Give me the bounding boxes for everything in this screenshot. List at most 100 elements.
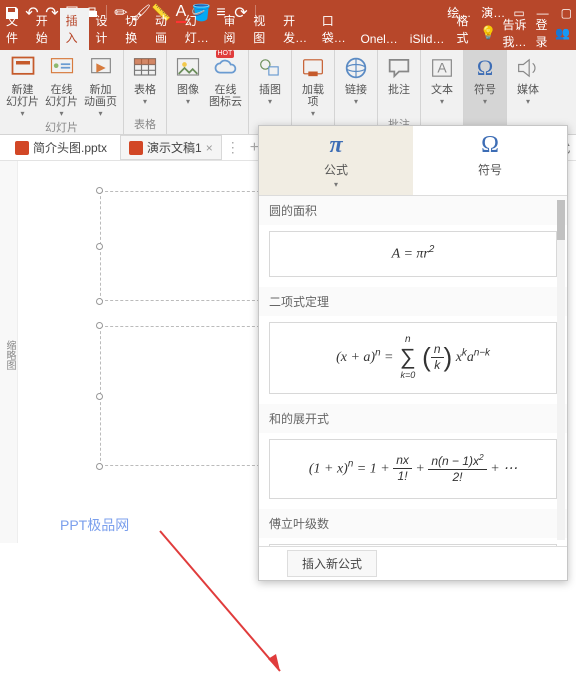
online-cloud-button[interactable]: HOT 在线 图标云 [209, 54, 242, 108]
table-icon [131, 54, 159, 82]
chevron-down-icon: ▾ [440, 98, 444, 107]
slide-canvas[interactable] [100, 171, 260, 481]
eq-item-fourier[interactable]: f(x) = a0 + ∞∑n=1 (an cosnπxL + bn sinnπ… [269, 544, 557, 546]
resize-handle[interactable] [96, 463, 103, 470]
tab-home[interactable]: 开始 [30, 8, 60, 50]
symbol-option[interactable]: Ω 符号 [413, 126, 567, 195]
sign-in-link[interactable]: 登录 [536, 16, 550, 50]
text-button[interactable]: A 文本 ▾ [427, 54, 457, 107]
shapes-icon [256, 54, 284, 82]
tell-me-label[interactable]: 告诉我… [502, 16, 529, 50]
chevron-down-icon: ▾ [311, 110, 315, 119]
tab-developer[interactable]: 开发… [277, 8, 316, 50]
online-slide-icon [48, 54, 76, 82]
new-anim-page-button[interactable]: 新加 动画页 ▾ [84, 54, 117, 119]
thumbnail-panel-label[interactable]: 缩略图 [0, 161, 18, 543]
online-slide-label: 在线 幻灯片 [45, 84, 78, 108]
tab-file[interactable]: 文件 [0, 8, 30, 50]
resize-handle[interactable] [96, 187, 103, 194]
group-images: 图像 ▾ HOT 在线 图标云 [167, 50, 249, 134]
group-addin: 加载 项 ▾ [292, 50, 335, 134]
tab-islide[interactable]: iSlid… [404, 28, 451, 50]
tab-format[interactable]: 格式 [450, 8, 480, 50]
illustration-button[interactable]: 插图 ▾ [255, 54, 285, 107]
eq-section-title-1: 圆的面积 [259, 196, 567, 225]
group-comment: 批注 批注 [378, 50, 421, 134]
equation-option-label: 公式 [324, 161, 348, 178]
speaker-icon [514, 54, 542, 82]
tab-slideshow[interactable]: 幻灯… [179, 8, 218, 50]
symbol-option-label: 符号 [478, 161, 502, 178]
tab-review[interactable]: 审阅 [217, 8, 247, 50]
image-icon [174, 54, 202, 82]
doc-tab-2[interactable]: 演示文稿1 × [120, 135, 222, 160]
new-slide-button[interactable]: 新建 幻灯片 ▾ [6, 54, 39, 119]
textbox-icon: A [428, 54, 456, 82]
resize-handle[interactable] [96, 243, 103, 250]
pi-icon: π [329, 132, 342, 159]
tell-me-icon[interactable]: 💡 [480, 25, 496, 41]
group-text: A 文本 ▾ [421, 50, 464, 134]
doc-tab-1-label: 简介头图.pptx [33, 139, 107, 156]
chevron-down-icon: ▾ [483, 98, 487, 107]
powerpoint-icon [15, 141, 29, 155]
text-label: 文本 [431, 84, 453, 96]
share-icon[interactable]: 👥 [555, 26, 570, 40]
table-button[interactable]: 表格 ▾ [130, 54, 160, 107]
new-anim-page-icon [87, 54, 115, 82]
symbol-button[interactable]: Ω 符号 ▾ [470, 54, 500, 107]
group-images-label [206, 120, 209, 134]
online-cloud-label: 在线 图标云 [209, 84, 242, 108]
equation-dropdown-header: π 公式 ▾ Ω 符号 [259, 126, 567, 196]
eq-section-title-4: 傅立叶级数 [259, 509, 567, 538]
addin-icon [299, 54, 327, 82]
omega-icon: Ω [481, 132, 499, 159]
powerpoint-icon [129, 141, 143, 155]
scrollbar-track[interactable] [557, 200, 565, 540]
eq-item-expansion[interactable]: (1 + x)n = 1 + nx1! + n(n − 1)x22! + ⋯ [269, 439, 557, 499]
scrollbar-thumb[interactable] [557, 200, 565, 240]
tab-overflow-icon[interactable]: ⋮ [226, 139, 240, 156]
illustration-label: 插图 [259, 84, 281, 96]
ribbon-tabs: 文件 开始 插入 设计 切换 动画 幻灯… 审阅 视图 开发… 口袋… Onel… [0, 25, 576, 50]
tab-animations[interactable]: 动画 [149, 8, 179, 50]
tab-view[interactable]: 视图 [247, 8, 277, 50]
addin-button[interactable]: 加载 项 ▾ [298, 54, 328, 119]
image-label: 图像 [177, 84, 199, 96]
addin-label: 加载 项 [302, 84, 324, 108]
chevron-down-icon: ▾ [186, 98, 190, 107]
title-placeholder[interactable] [100, 191, 260, 301]
tab-insert[interactable]: 插入 [60, 8, 90, 50]
comment-button[interactable]: 批注 [384, 54, 414, 96]
tab-onel[interactable]: Onel… [354, 28, 403, 50]
hot-cloud-icon: HOT [212, 54, 240, 82]
insert-new-equation-button[interactable]: 插入新公式 [287, 550, 377, 577]
tab-transitions[interactable]: 切换 [119, 8, 149, 50]
online-slide-button[interactable]: 在线 幻灯片 ▾ [45, 54, 78, 119]
resize-handle[interactable] [96, 298, 103, 305]
media-button[interactable]: 媒体 ▾ [513, 54, 543, 107]
close-icon[interactable]: × [206, 141, 213, 155]
resize-handle[interactable] [96, 322, 103, 329]
group-table-label: 表格 [134, 116, 156, 134]
chevron-down-icon: ▾ [526, 98, 530, 107]
symbol-label: 符号 [474, 84, 496, 96]
eq-item-circle-area[interactable]: A = πr2 [269, 231, 557, 277]
chevron-down-icon: ▾ [59, 110, 63, 119]
tab-recording[interactable]: 口袋… [316, 8, 355, 50]
eq-section-title-3: 和的展开式 [259, 404, 567, 433]
resize-handle[interactable] [96, 393, 103, 400]
equation-option[interactable]: π 公式 ▾ [259, 126, 413, 195]
group-slides: 新建 幻灯片 ▾ 在线 幻灯片 ▾ 新加 动画页 ▾ 幻灯片 [0, 50, 124, 134]
link-button[interactable]: 链接 ▾ [341, 54, 371, 107]
image-button[interactable]: 图像 ▾ [173, 54, 203, 107]
media-label: 媒体 [517, 84, 539, 96]
doc-tab-2-label: 演示文稿1 [147, 139, 202, 156]
chevron-down-icon: ▾ [268, 98, 272, 107]
tab-design[interactable]: 设计 [89, 8, 119, 50]
equation-gallery: 圆的面积 A = πr2 二项式定理 (x + a)n = n∑k=0 (nk)… [259, 196, 567, 546]
content-placeholder[interactable] [100, 326, 260, 466]
doc-tab-1[interactable]: 简介头图.pptx [6, 135, 116, 160]
comment-icon [385, 54, 413, 82]
eq-item-binomial[interactable]: (x + a)n = n∑k=0 (nk) xkan−k [269, 322, 557, 394]
